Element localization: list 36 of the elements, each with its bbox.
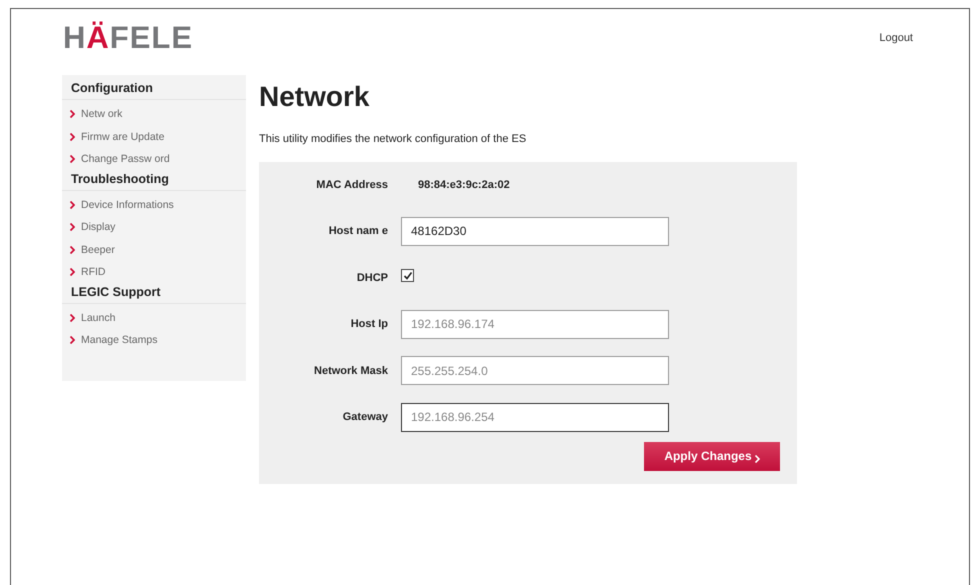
sidebar-link[interactable]: RFID bbox=[81, 266, 106, 278]
sidebar-link[interactable]: Device Informations bbox=[81, 198, 174, 211]
chevron-icon bbox=[70, 268, 75, 276]
page-description: This utility modifies the network configuration of the ES bbox=[259, 133, 528, 145]
page-title: Network bbox=[259, 81, 370, 113]
logo: HÄFELE bbox=[63, 23, 194, 53]
field-label: Network Mask bbox=[313, 364, 388, 377]
chevron-icon bbox=[70, 155, 75, 164]
apply-changes-button[interactable]: Apply Changes bbox=[644, 442, 780, 470]
chevron-icon bbox=[70, 246, 75, 254]
chevron-icon bbox=[70, 132, 75, 141]
sidebar-link[interactable]: Display bbox=[81, 221, 116, 234]
field-label: Gateway bbox=[342, 411, 388, 424]
chevron-icon bbox=[70, 223, 75, 232]
sidebar-link[interactable]: Beeper bbox=[81, 244, 115, 256]
chevron-icon bbox=[70, 314, 75, 322]
sidebar-link[interactable]: Manage Stamps bbox=[81, 334, 158, 346]
chevron-icon bbox=[70, 200, 75, 209]
sidebar-link[interactable]: Launch bbox=[81, 312, 116, 324]
logout-link[interactable]: Logout bbox=[879, 32, 913, 44]
section-heading: Troubleshooting bbox=[62, 170, 246, 190]
section-heading: Configuration bbox=[62, 80, 246, 100]
sidebar-link[interactable]: Firmw are Update bbox=[81, 130, 164, 143]
sidebar-link[interactable]: Netw ork bbox=[81, 108, 122, 120]
chevron-icon bbox=[70, 110, 75, 118]
field-label: DHCP bbox=[356, 272, 388, 284]
field-label: MAC Address bbox=[315, 178, 388, 190]
field-label: Host nam e bbox=[328, 225, 388, 238]
input-field[interactable]: 48162D30 bbox=[401, 216, 669, 246]
section-heading: LEGIC Support bbox=[62, 284, 246, 304]
chevron-icon bbox=[70, 336, 75, 344]
checkbox[interactable] bbox=[401, 269, 414, 282]
chevron-icon bbox=[754, 454, 760, 462]
mac-address-value: 98:84:e3:9c:2a:02 bbox=[418, 178, 510, 190]
field-label: Host Ip bbox=[350, 318, 388, 330]
sidebar-link[interactable]: Change Passw ord bbox=[81, 153, 170, 166]
